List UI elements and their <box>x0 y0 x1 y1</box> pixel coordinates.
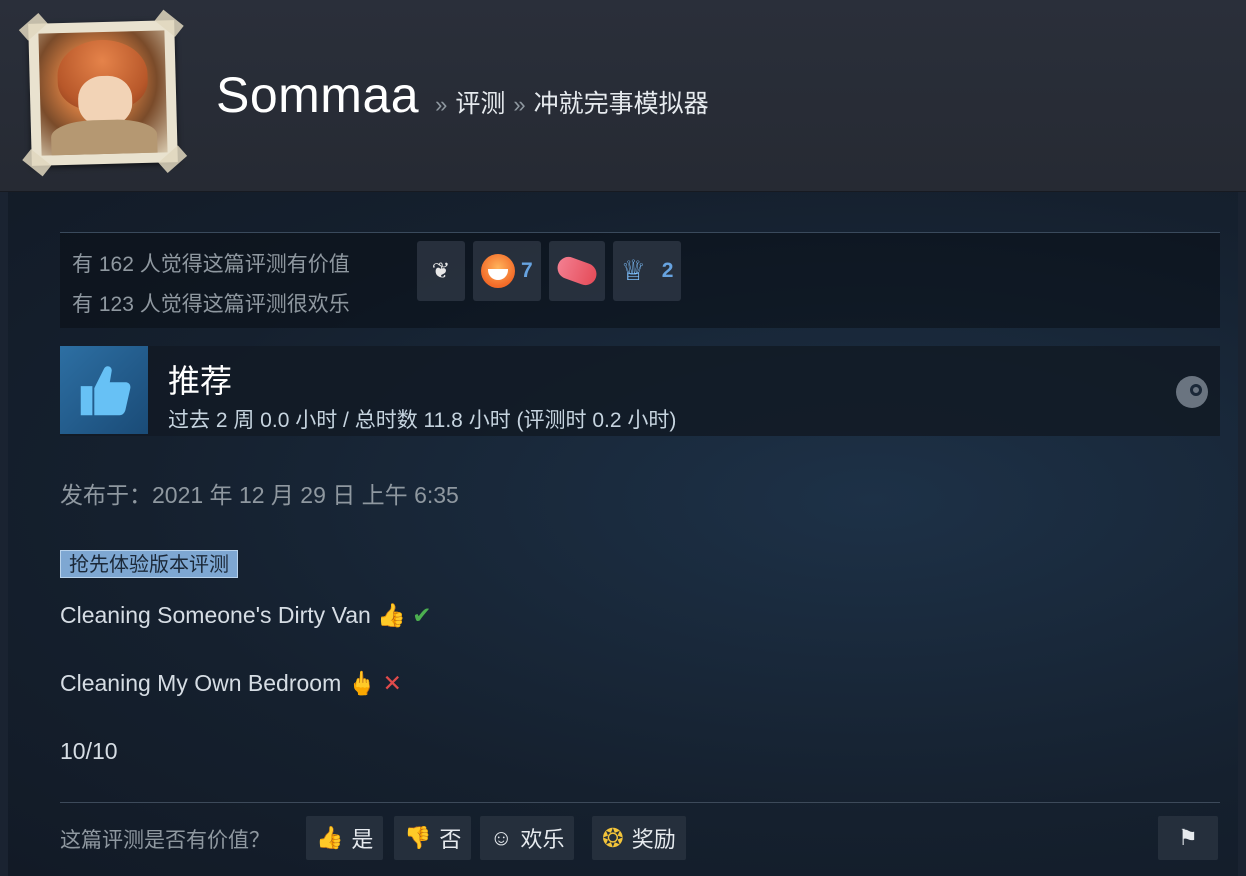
review-main: 有 162 人觉得这篇评测有价值 有 123 人觉得这篇评测很欢乐 ❦ 7 ♕ … <box>0 192 1246 876</box>
award-label: 奖励 <box>631 827 676 852</box>
divider <box>60 802 1220 803</box>
steam-logo-icon <box>1176 376 1208 408</box>
recommendation-box: 推荐 过去 2 周 0.0 小时 / 总时数 11.8 小时 (评测时 0.2 … <box>60 346 1220 436</box>
breadcrumb-separator: » <box>513 92 526 117</box>
posted-date: 发布于：2021 年 12 月 29 日 上午 6:35 <box>60 482 459 508</box>
early-access-tag: 抢先体验版本评测 <box>60 550 238 578</box>
award-count: 2 <box>661 259 674 282</box>
helpful-count-text: 有 162 人觉得这篇评测有价值 <box>72 253 350 276</box>
award-laughing[interactable]: 7 <box>473 241 541 301</box>
review-line: Cleaning Someone's Dirty Van 👍 ✔ <box>60 602 432 628</box>
middle-finger-emoji-icon: 🖕 <box>347 670 377 696</box>
vote-summary: 有 162 人觉得这篇评测有价值 有 123 人觉得这篇评测很欢乐 ❦ 7 ♕ … <box>60 232 1220 328</box>
thumbs-up-icon: 👍 <box>316 825 344 850</box>
review-line: Cleaning My Own Bedroom 🖕 ✕ <box>60 670 402 696</box>
recommendation-title: 推荐 <box>168 363 233 399</box>
award-button[interactable]: ❂ 奖励 <box>592 816 686 860</box>
wings-award-icon: ❦ <box>431 258 451 283</box>
award-pill[interactable] <box>548 241 605 301</box>
vote-no-label: 否 <box>439 827 462 852</box>
breadcrumb-separator: » <box>435 92 448 117</box>
award-list: ❦ 7 ♕ 2 <box>417 241 682 301</box>
helpful-question: 这篇评测是否有价值？ <box>60 829 270 852</box>
award-medal-icon: ❂ <box>602 822 624 853</box>
ribbon-award-icon: ♕ <box>620 255 646 286</box>
vote-funny-button[interactable]: ☺ 欢乐 <box>480 816 575 860</box>
check-mark-icon: ✔ <box>412 602 432 628</box>
laughing-face-award-icon <box>481 254 515 288</box>
vote-funny-label: 欢乐 <box>520 827 565 852</box>
award-count: 7 <box>521 259 533 282</box>
profile-header: Sommaa » 评测 » 冲就完事模拟器 <box>0 0 1246 192</box>
award-wings[interactable]: ❦ <box>417 241 465 301</box>
breadcrumb: Sommaa » 评测 » 冲就完事模拟器 <box>216 66 709 126</box>
avatar[interactable] <box>18 9 188 177</box>
playtime-text: 过去 2 周 0.0 小时 / 总时数 11.8 小时 (评测时 0.2 小时) <box>168 409 677 432</box>
vote-no-button[interactable]: 👎 否 <box>394 816 472 860</box>
thumbs-down-icon: 👎 <box>404 825 432 850</box>
thumbs-up-icon <box>60 346 148 434</box>
funny-count-text: 有 123 人觉得这篇评测很欢乐 <box>72 293 350 316</box>
vote-yes-label: 是 <box>351 827 374 852</box>
breadcrumb-reviews-link[interactable]: 评测 <box>455 84 505 120</box>
review-score: 10/10 <box>60 738 118 764</box>
breadcrumb-game-link[interactable]: 冲就完事模拟器 <box>534 84 709 120</box>
pill-award-icon <box>554 253 600 289</box>
vote-yes-button[interactable]: 👍 是 <box>306 816 384 860</box>
breadcrumb-username[interactable]: Sommaa <box>216 66 419 124</box>
report-button[interactable]: ⚑ <box>1158 816 1218 860</box>
thumbs-up-emoji-icon: 👍 <box>377 602 406 628</box>
award-ribbon[interactable]: ♕ 2 <box>612 241 682 301</box>
smiley-face-icon: ☺ <box>490 825 513 850</box>
avatar-image <box>38 30 168 156</box>
cross-mark-icon: ✕ <box>382 670 402 696</box>
flag-icon: ⚑ <box>1178 825 1198 850</box>
